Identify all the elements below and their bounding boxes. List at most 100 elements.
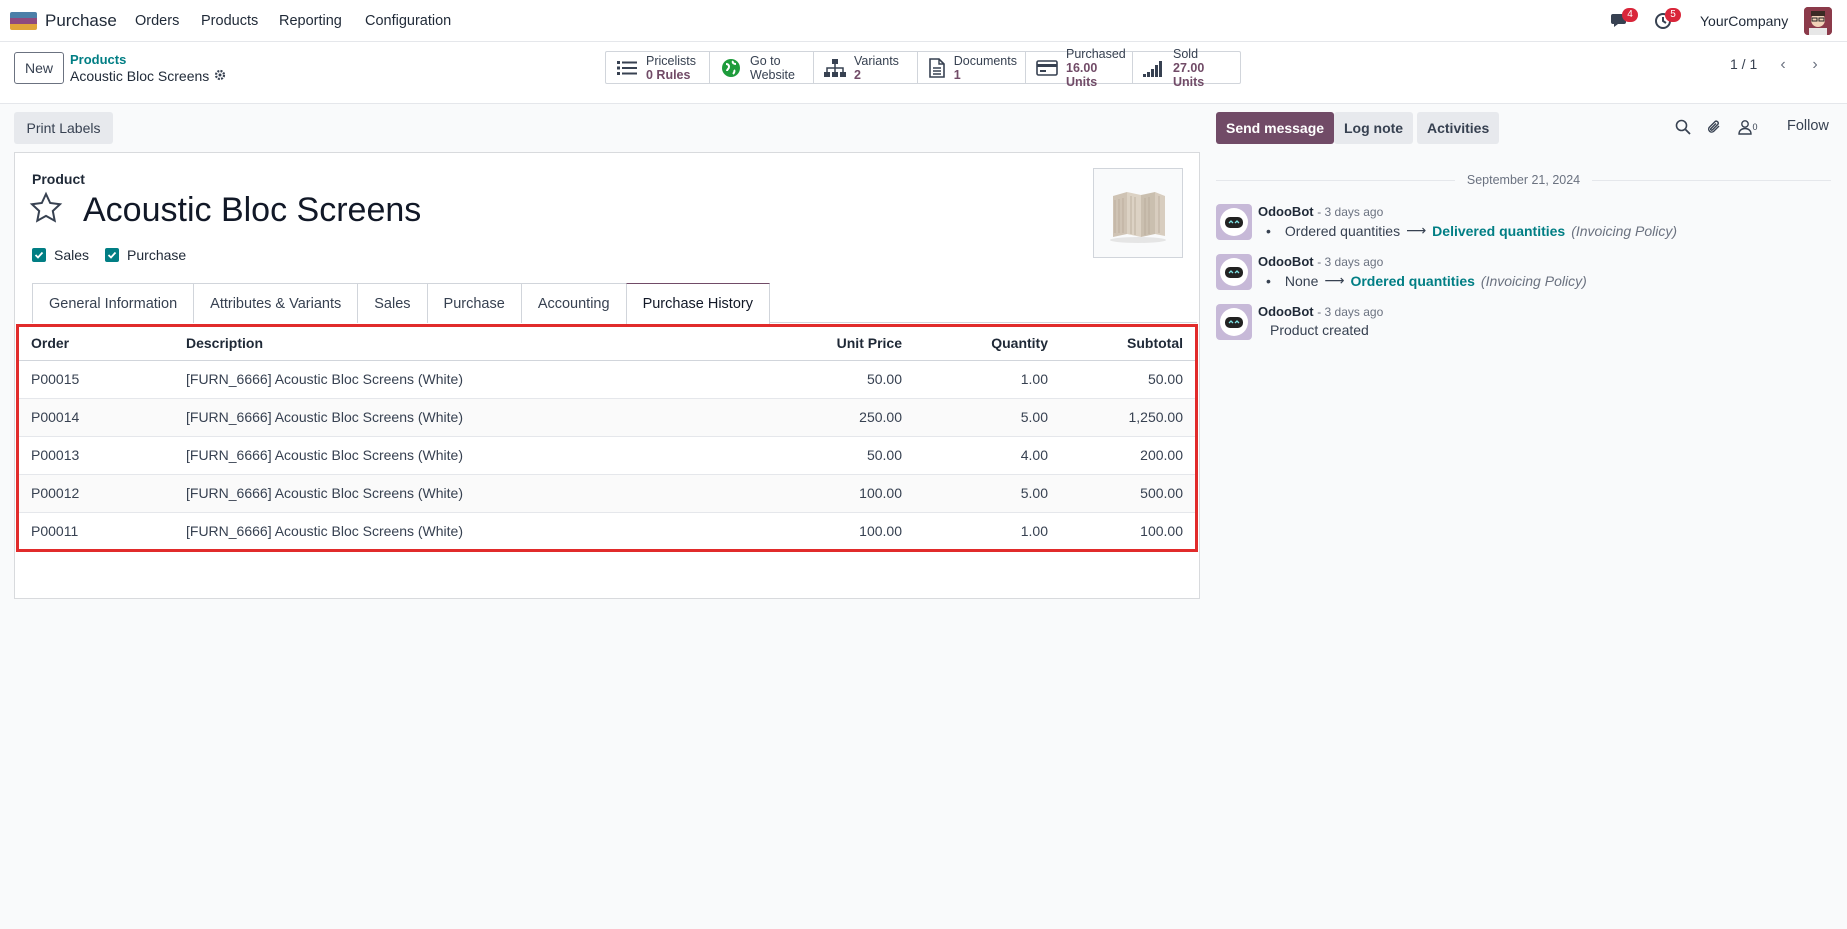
follow-button[interactable]: Follow	[1787, 118, 1829, 134]
field-name: (Invoicing Policy)	[1480, 272, 1587, 289]
message-text: Product created	[1270, 322, 1369, 338]
product-label: Product	[32, 171, 85, 187]
menu-orders[interactable]: Orders	[135, 13, 179, 29]
messages-badge: 4	[1622, 8, 1638, 22]
old-value: Ordered quantities	[1284, 222, 1401, 239]
pager-value[interactable]: 1 / 1	[1730, 56, 1757, 72]
highlight-box	[16, 324, 1198, 552]
message-time: - 3 days ago	[1317, 205, 1384, 219]
field-name: (Invoicing Policy)	[1571, 222, 1678, 239]
new-value: Delivered quantities	[1432, 222, 1566, 239]
smart-buttons: Pricelists 0 Rules Go to Website Variants 2…	[605, 47, 1241, 89]
menu-products[interactable]: Products	[201, 13, 258, 29]
tab-purchase-history[interactable]: Purchase History	[625, 283, 770, 324]
message-author: OdooBot - 3 days ago	[1258, 254, 1383, 269]
company-switcher[interactable]: YourCompany	[1700, 13, 1788, 29]
documents-value: 1	[953, 67, 961, 82]
activities-badge: 5	[1665, 8, 1681, 22]
sales-checkbox-label: Sales	[54, 247, 90, 263]
purchased-button[interactable]: Purchased 16.00 Units	[1026, 47, 1133, 89]
app-icon[interactable]	[10, 12, 37, 30]
log-note-button[interactable]: Log note	[1334, 112, 1414, 144]
followers-count: 0	[1752, 122, 1758, 132]
go-to-website-button[interactable]: Go to Website	[710, 52, 814, 83]
pager-next-icon[interactable]: ›	[1802, 52, 1828, 78]
variants-value: 2	[854, 67, 861, 82]
breadcrumb-products[interactable]: Products	[70, 52, 126, 67]
pager-previous-icon[interactable]: ‹	[1770, 52, 1796, 78]
pricelists-label: Pricelists	[646, 53, 697, 68]
pricelists-value: 0 Rules	[646, 67, 691, 82]
tab-sales[interactable]: Sales	[357, 283, 427, 323]
bullet: •	[1266, 222, 1271, 239]
credit-card-icon	[1036, 58, 1058, 78]
variants-button[interactable]: Variants 2	[814, 52, 918, 83]
tab-general-information[interactable]: General Information	[32, 283, 194, 323]
menu-configuration[interactable]: Configuration	[365, 13, 451, 29]
activities-clock-icon[interactable]: 5	[1653, 8, 1681, 32]
product-flags: Sales Purchase	[32, 247, 186, 263]
form-tabs: General Information Attributes & Variant…	[32, 283, 1197, 324]
menu-reporting[interactable]: Reporting	[279, 13, 342, 29]
date-separator: September 21, 2024	[1216, 170, 1831, 190]
breadcrumb-current-label: Acoustic Bloc Screens	[70, 68, 210, 84]
documents-label: Documents	[953, 53, 1017, 68]
message-body: Product created	[1270, 322, 1369, 338]
star-icon[interactable]	[29, 191, 63, 225]
print-labels-button[interactable]: Print Labels	[14, 112, 113, 144]
product-image[interactable]	[1093, 168, 1183, 258]
message-author: OdooBot - 3 days ago	[1258, 304, 1383, 319]
message-time: - 3 days ago	[1317, 305, 1384, 319]
purchase-checkbox[interactable]: Purchase	[105, 247, 186, 263]
new-button[interactable]: New	[14, 52, 64, 84]
messages-icon[interactable]: 4	[1610, 8, 1638, 32]
purchased-value: 16.00 Units	[1066, 60, 1098, 89]
tracking-value: • None ⟶ Ordered quantities (Invoicing P…	[1266, 272, 1587, 289]
sold-label: Sold	[1173, 46, 1199, 61]
list-icon	[616, 58, 638, 78]
top-navbar: Purchase Orders Products Reporting Confi…	[0, 0, 1847, 42]
tab-attributes-variants[interactable]: Attributes & Variants	[193, 283, 358, 323]
sales-checkbox[interactable]: Sales	[32, 247, 89, 263]
tab-purchase[interactable]: Purchase	[426, 283, 521, 323]
message-author: OdooBot - 3 days ago	[1258, 204, 1383, 219]
odoobot-avatar[interactable]	[1216, 204, 1252, 240]
tracking-value: • Ordered quantities ⟶ Delivered quantit…	[1266, 222, 1677, 239]
user-avatar[interactable]	[1804, 7, 1832, 35]
bullet: •	[1266, 272, 1271, 289]
control-panel: New Products Acoustic Bloc Screens Price…	[0, 42, 1847, 104]
sold-value: 27.00 Units	[1173, 60, 1205, 89]
variants-label: Variants	[854, 53, 899, 68]
checkmark-icon	[32, 248, 46, 262]
breadcrumb-current: Acoustic Bloc Screens	[70, 68, 226, 84]
old-value: None	[1284, 272, 1319, 289]
author-name[interactable]: OdooBot	[1258, 254, 1314, 269]
website-label: Website	[750, 67, 795, 82]
new-value: Ordered quantities	[1350, 272, 1475, 289]
tab-accounting[interactable]: Accounting	[520, 283, 626, 323]
search-icon[interactable]	[1673, 117, 1693, 137]
signal-icon	[1143, 58, 1165, 78]
odoobot-avatar[interactable]	[1216, 304, 1252, 340]
gear-icon[interactable]	[214, 68, 226, 84]
sitemap-icon	[824, 58, 846, 78]
author-name[interactable]: OdooBot	[1258, 204, 1314, 219]
message-time: - 3 days ago	[1317, 255, 1384, 269]
send-message-button[interactable]: Send message	[1216, 112, 1335, 144]
odoobot-avatar[interactable]	[1216, 254, 1252, 290]
activities-button[interactable]: Activities	[1417, 112, 1500, 144]
purchase-checkbox-label: Purchase	[127, 247, 187, 263]
checkmark-icon	[105, 248, 120, 262]
documents-button[interactable]: Documents 1	[918, 52, 1026, 83]
arrow-right-icon: ⟶	[1406, 222, 1427, 238]
author-name[interactable]: OdooBot	[1258, 304, 1314, 319]
product-name[interactable]: Acoustic Bloc Screens	[83, 191, 421, 230]
globe-icon	[720, 58, 742, 78]
paperclip-icon[interactable]	[1704, 117, 1724, 137]
sold-button[interactable]: Sold 27.00 Units	[1133, 47, 1240, 89]
followers-icon[interactable]: 0	[1734, 117, 1762, 137]
app-name[interactable]: Purchase	[45, 11, 117, 31]
pricelists-button[interactable]: Pricelists 0 Rules	[606, 52, 710, 83]
go-to-label: Go to	[750, 53, 781, 68]
date-label: September 21, 2024	[1466, 173, 1581, 187]
